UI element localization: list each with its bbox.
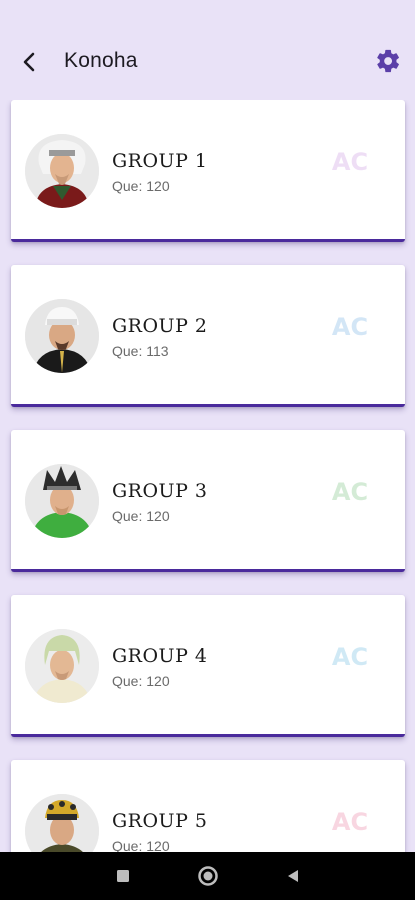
group-card[interactable]: GROUP 2 Que: 113 AC [11, 265, 405, 407]
group-name: GROUP 4 [112, 645, 208, 667]
svg-text:AC: AC [332, 313, 368, 341]
home-button[interactable] [196, 864, 220, 888]
brand-logo-icon: AC [332, 643, 368, 671]
avatar [25, 794, 99, 852]
svg-text:AC: AC [332, 148, 368, 176]
recents-button[interactable] [111, 864, 135, 888]
group-card[interactable]: GROUP 5 Que: 120 AC [11, 760, 405, 852]
settings-button[interactable] [373, 46, 403, 76]
svg-text:AC: AC [332, 478, 368, 506]
square-icon [117, 870, 129, 882]
brand-logo-icon: AC [332, 148, 368, 176]
svg-text:AC: AC [332, 808, 368, 836]
group-name: GROUP 3 [112, 480, 208, 502]
back-button[interactable] [14, 46, 46, 78]
circle-icon [198, 866, 218, 886]
group-card[interactable]: GROUP 4 Que: 120 AC [11, 595, 405, 737]
group-name: GROUP 5 [112, 810, 208, 832]
group-question-count: Que: 120 [112, 673, 170, 689]
avatar [25, 464, 99, 538]
group-name: GROUP 2 [112, 315, 208, 337]
group-question-count: Que: 120 [112, 838, 170, 852]
group-list[interactable]: GROUP 1 Que: 120 AC GROUP 2 Que: 113 AC [0, 100, 415, 852]
nav-back-button[interactable] [281, 864, 305, 888]
gear-icon [377, 49, 399, 73]
page-title: Konoha [64, 49, 138, 72]
avatar [25, 299, 99, 373]
brand-logo-icon: AC [332, 808, 368, 836]
arrow-back-icon [23, 52, 35, 72]
group-name: GROUP 1 [112, 150, 208, 172]
app-bar: Konoha [0, 30, 415, 92]
system-nav-bar [0, 852, 415, 900]
group-card[interactable]: GROUP 1 Que: 120 AC [11, 100, 405, 242]
group-question-count: Que: 120 [112, 178, 170, 194]
group-card[interactable]: GROUP 3 Que: 120 AC [11, 430, 405, 572]
group-question-count: Que: 120 [112, 508, 170, 524]
triangle-back-icon [288, 870, 298, 882]
avatar [25, 134, 99, 208]
avatar [25, 629, 99, 703]
brand-logo-icon: AC [332, 478, 368, 506]
brand-logo-icon: AC [332, 313, 368, 341]
group-question-count: Que: 113 [112, 343, 169, 359]
svg-text:AC: AC [332, 643, 368, 671]
status-bar [0, 0, 415, 30]
